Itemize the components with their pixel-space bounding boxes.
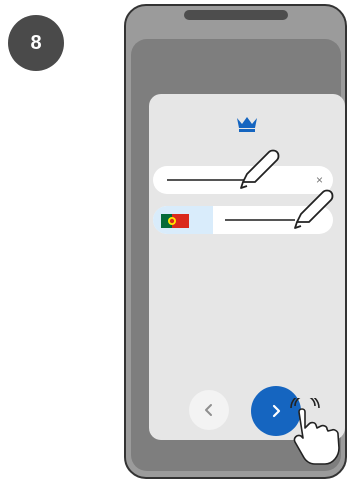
phone-speaker	[184, 10, 288, 20]
tap-hand-icon	[290, 398, 340, 465]
crown-icon	[237, 117, 257, 132]
pencil-icon	[240, 149, 280, 189]
chevron-left-icon	[205, 404, 212, 416]
step-number: 8	[30, 31, 42, 54]
country-selector[interactable]	[153, 206, 213, 234]
signup-dialog: ×	[149, 94, 345, 465]
input-text-line	[225, 219, 295, 221]
phone-illustration: ×	[124, 4, 347, 479]
portugal-flag-icon	[161, 214, 189, 228]
pencil-icon	[294, 189, 334, 229]
step-number-badge: 8	[8, 15, 64, 71]
back-button[interactable]	[189, 390, 229, 430]
instruction-page: 8 ×	[0, 0, 357, 486]
